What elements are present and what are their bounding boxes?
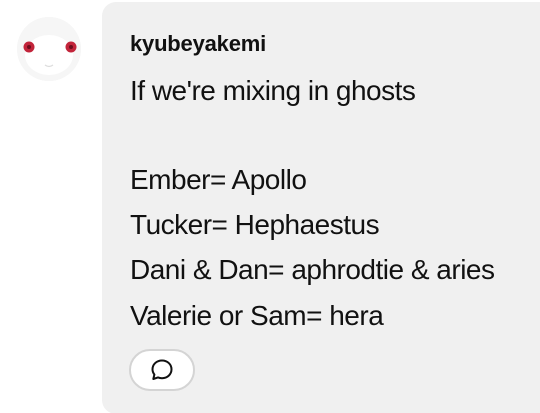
- comment-text-line: Valerie or Sam= hera: [130, 300, 384, 331]
- reply-button[interactable]: [129, 349, 195, 391]
- comment-text-line: Tucker= Hephaestus: [130, 209, 380, 240]
- comment-username[interactable]: kyubeyakemi: [130, 31, 266, 57]
- comment-text-line: If we're mixing in ghosts: [130, 75, 416, 106]
- avatar[interactable]: [17, 17, 81, 81]
- comment-text-line: Dani & Dan= aphrodtie & aries: [130, 254, 495, 285]
- comment-text-line: Ember= Apollo: [130, 164, 307, 195]
- speech-bubble-icon: [151, 359, 173, 380]
- white-creature-avatar-icon: [17, 17, 81, 81]
